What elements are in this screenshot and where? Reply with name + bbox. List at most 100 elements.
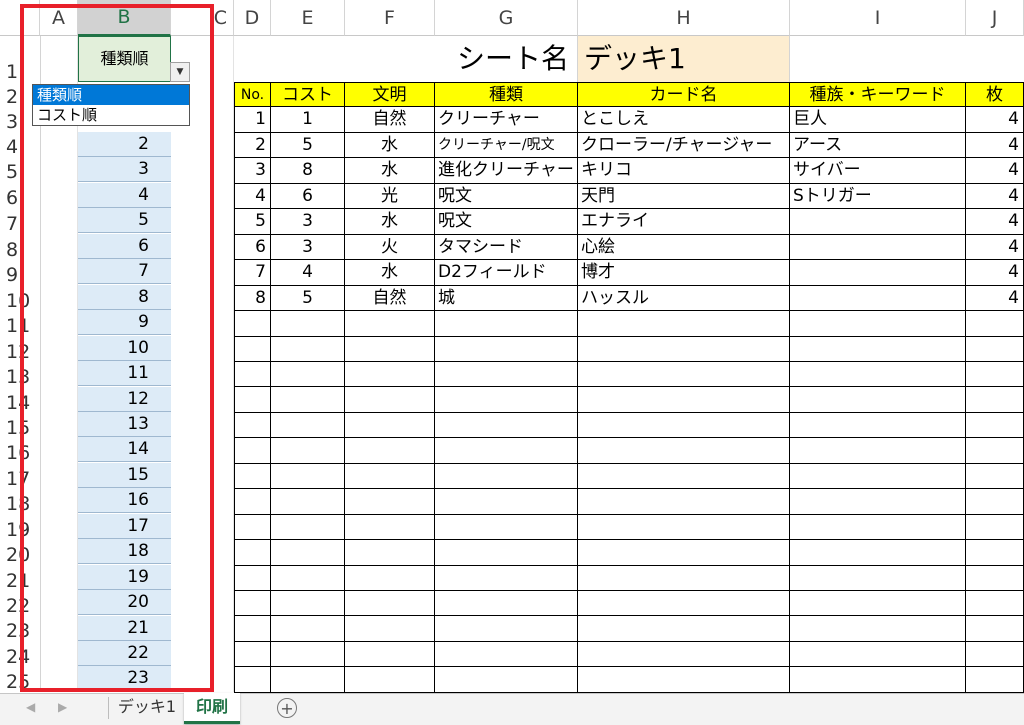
table-cell-empty[interactable]: [435, 387, 578, 413]
table-cell-empty[interactable]: [790, 566, 966, 591]
table-cell-empty[interactable]: [345, 616, 435, 642]
table-cell-civ[interactable]: 光: [345, 184, 435, 209]
table-cell-empty[interactable]: [271, 362, 345, 387]
table-cell-empty[interactable]: [578, 337, 790, 362]
table-cell-empty[interactable]: [790, 464, 966, 489]
dropdown-option-cost-order[interactable]: コスト順: [33, 105, 189, 125]
table-cell-empty[interactable]: [790, 311, 966, 337]
table-cell-type[interactable]: D2フィールド: [435, 260, 578, 286]
table-cell-empty[interactable]: [345, 464, 435, 489]
table-cell-empty[interactable]: [435, 362, 578, 387]
table-cell-empty[interactable]: [234, 667, 271, 693]
dropdown-option-type-order[interactable]: 種類順: [33, 85, 189, 105]
table-cell-empty[interactable]: [271, 667, 345, 693]
table-cell-empty[interactable]: [271, 591, 345, 616]
table-cell-empty[interactable]: [271, 642, 345, 667]
table-cell-empty[interactable]: [345, 413, 435, 438]
table-header-card-name[interactable]: カード名: [578, 82, 790, 107]
table-cell-card-name[interactable]: 天門: [578, 184, 790, 209]
table-cell-empty[interactable]: [435, 667, 578, 693]
table-cell-empty[interactable]: [578, 387, 790, 413]
table-cell-empty[interactable]: [966, 464, 1024, 489]
table-cell-empty[interactable]: [271, 540, 345, 566]
table-cell-empty[interactable]: [578, 566, 790, 591]
table-cell-race-keyword[interactable]: Sトリガー: [790, 184, 966, 209]
table-cell-card-name[interactable]: 心絵: [578, 235, 790, 260]
table-cell-count[interactable]: 4: [966, 209, 1024, 235]
table-cell-empty[interactable]: [578, 489, 790, 515]
table-cell-empty[interactable]: [966, 311, 1024, 337]
table-cell-type[interactable]: クリーチャー/呪文: [435, 133, 578, 158]
table-cell-empty[interactable]: [234, 540, 271, 566]
table-cell-card-name[interactable]: キリコ: [578, 158, 790, 184]
table-cell-empty[interactable]: [790, 642, 966, 667]
table-cell-empty[interactable]: [345, 311, 435, 337]
table-cell-empty[interactable]: [271, 438, 345, 464]
table-cell-card-name[interactable]: 博才: [578, 260, 790, 286]
table-cell-empty[interactable]: [435, 464, 578, 489]
table-cell-empty[interactable]: [234, 515, 271, 540]
table-cell-empty[interactable]: [271, 515, 345, 540]
table-cell-empty[interactable]: [578, 540, 790, 566]
table-cell-cost[interactable]: 3: [271, 235, 345, 260]
table-cell-empty[interactable]: [234, 311, 271, 337]
table-cell-empty[interactable]: [234, 591, 271, 616]
table-cell-empty[interactable]: [345, 362, 435, 387]
table-cell-empty[interactable]: [435, 311, 578, 337]
table-cell-empty[interactable]: [234, 489, 271, 515]
table-cell-empty[interactable]: [234, 438, 271, 464]
table-cell-empty[interactable]: [966, 591, 1024, 616]
table-cell-empty[interactable]: [345, 540, 435, 566]
scroll-right-icon[interactable]: ▶: [58, 700, 67, 714]
table-cell-no[interactable]: 7: [234, 260, 271, 286]
table-cell-empty[interactable]: [345, 566, 435, 591]
table-cell-empty[interactable]: [234, 413, 271, 438]
table-cell-no[interactable]: 3: [234, 158, 271, 184]
table-cell-empty[interactable]: [435, 616, 578, 642]
sheet-tab-print[interactable]: 印刷: [184, 693, 240, 724]
table-header-no[interactable]: No.: [234, 82, 271, 107]
table-cell-empty[interactable]: [966, 616, 1024, 642]
table-cell-empty[interactable]: [790, 591, 966, 616]
table-cell-race-keyword[interactable]: サイバー: [790, 158, 966, 184]
column-header-i[interactable]: I: [790, 0, 966, 36]
table-cell-empty[interactable]: [345, 667, 435, 693]
table-cell-empty[interactable]: [234, 616, 271, 642]
table-cell-empty[interactable]: [966, 438, 1024, 464]
table-cell-empty[interactable]: [271, 337, 345, 362]
table-cell-civ[interactable]: 自然: [345, 286, 435, 311]
table-cell-civ[interactable]: 水: [345, 158, 435, 184]
table-cell-cost[interactable]: 6: [271, 184, 345, 209]
table-cell-empty[interactable]: [578, 413, 790, 438]
table-cell-empty[interactable]: [578, 616, 790, 642]
table-cell-empty[interactable]: [345, 489, 435, 515]
column-header-h[interactable]: H: [578, 0, 790, 36]
table-cell-card-name[interactable]: ハッスル: [578, 286, 790, 311]
table-cell-empty[interactable]: [345, 438, 435, 464]
table-cell-empty[interactable]: [271, 616, 345, 642]
table-cell-empty[interactable]: [435, 515, 578, 540]
table-cell-count[interactable]: 4: [966, 260, 1024, 286]
table-cell-empty[interactable]: [790, 489, 966, 515]
scroll-left-icon[interactable]: ◀: [26, 700, 35, 714]
table-cell-empty[interactable]: [966, 642, 1024, 667]
table-header-race-keyword[interactable]: 種族・キーワード: [790, 82, 966, 107]
table-cell-empty[interactable]: [966, 387, 1024, 413]
table-cell-empty[interactable]: [578, 591, 790, 616]
table-cell-empty[interactable]: [790, 387, 966, 413]
table-cell-empty[interactable]: [578, 438, 790, 464]
table-cell-civ[interactable]: 水: [345, 133, 435, 158]
table-header-type[interactable]: 種類: [435, 82, 578, 107]
table-cell-card-name[interactable]: エナライ: [578, 209, 790, 235]
table-cell-empty[interactable]: [345, 515, 435, 540]
table-cell-count[interactable]: 4: [966, 107, 1024, 133]
table-cell-empty[interactable]: [966, 362, 1024, 387]
table-cell-empty[interactable]: [578, 362, 790, 387]
table-cell-empty[interactable]: [790, 337, 966, 362]
table-cell-cost[interactable]: 5: [271, 286, 345, 311]
column-header-e[interactable]: E: [271, 0, 345, 36]
table-cell-empty[interactable]: [345, 337, 435, 362]
table-cell-no[interactable]: 8: [234, 286, 271, 311]
table-cell-cost[interactable]: 8: [271, 158, 345, 184]
table-cell-race-keyword[interactable]: [790, 260, 966, 286]
